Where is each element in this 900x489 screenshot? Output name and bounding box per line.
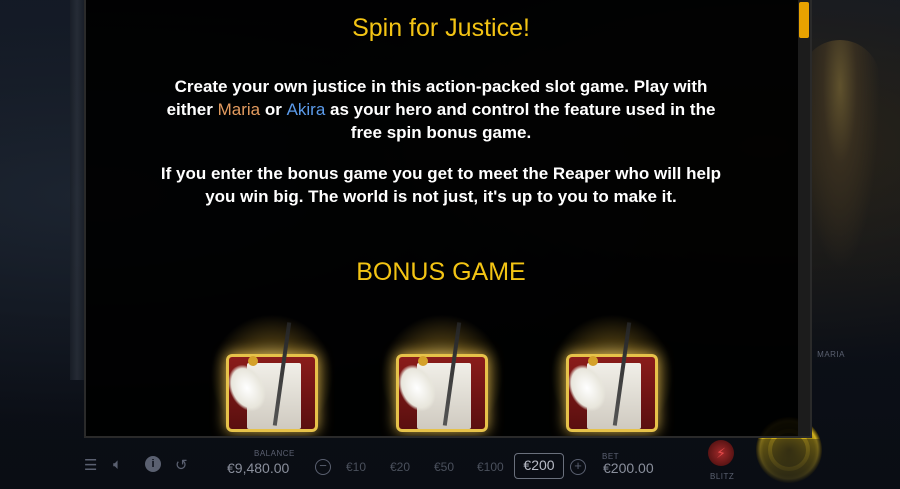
scrollbar-thumb[interactable]	[799, 2, 809, 38]
bet-chip-50[interactable]: €50	[434, 460, 454, 474]
bet-chip-20[interactable]: €20	[390, 460, 410, 474]
history-icon[interactable]: ↺	[175, 456, 188, 474]
sound-icon[interactable]: 🔈︎	[113, 456, 122, 473]
blitz-label: BLITZ	[710, 472, 735, 481]
info-icon[interactable]: i	[145, 456, 161, 472]
blitz-icon[interactable]: ⚡︎	[708, 440, 734, 466]
panel-title: Spin for Justice!	[352, 14, 530, 42]
background-hero-label: MARIA	[817, 350, 845, 359]
bonus-scroll-symbol	[550, 314, 674, 436]
background-hero-figure	[800, 40, 880, 270]
bet-chip-100[interactable]: €100	[477, 460, 504, 474]
bet-chip-10[interactable]: €10	[346, 460, 366, 474]
bonus-game-heading: BONUS GAME	[356, 258, 526, 286]
menu-icon[interactable]: ☰	[84, 456, 97, 474]
decrease-bet-button[interactable]: −	[315, 459, 331, 475]
bonus-scroll-symbol	[210, 314, 334, 436]
hero-name-akira: Akira	[286, 100, 326, 119]
bet-value: €200.00	[603, 460, 654, 476]
reaper-paragraph: If you enter the bonus game you get to m…	[160, 164, 722, 206]
increase-bet-button[interactable]: +	[570, 459, 586, 475]
bonus-scroll-symbol	[380, 314, 504, 436]
intro-paragraph: Create your own justice in this action-p…	[156, 75, 726, 144]
intro-text-end: as your hero and control the feature use…	[325, 100, 716, 142]
intro-text-between: or	[260, 100, 287, 119]
balance-label: BALANCE	[254, 449, 295, 458]
background-pillar	[70, 0, 84, 380]
selected-bet-chip[interactable]: €200	[514, 453, 564, 479]
paytable-info-panel: Spin for Justice! Create your own justic…	[84, 0, 812, 438]
panel-scrollbar[interactable]	[798, 0, 810, 436]
balance-value: €9,480.00	[227, 460, 290, 476]
hero-name-maria: Maria	[217, 100, 261, 119]
